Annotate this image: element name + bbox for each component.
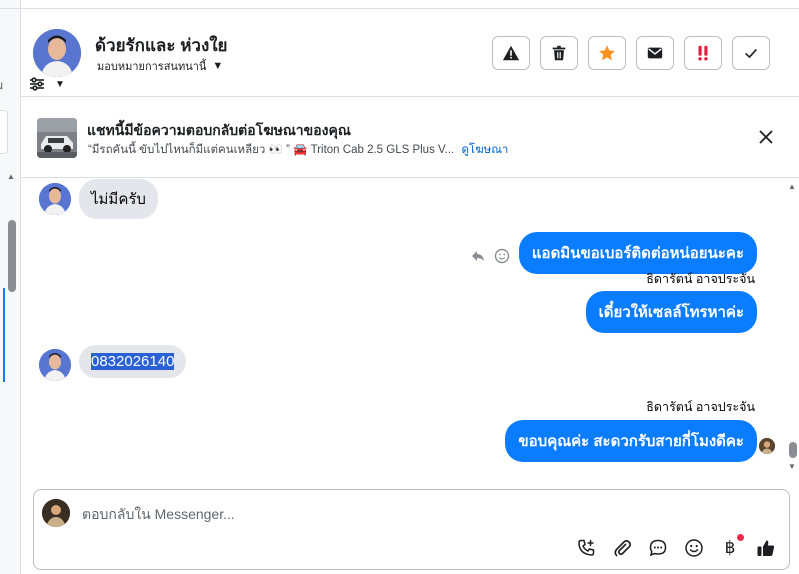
chat-bubble-icon bbox=[649, 539, 667, 557]
report-button[interactable] bbox=[492, 36, 530, 70]
selected-indicator bbox=[3, 288, 5, 382]
reply-icon[interactable] bbox=[470, 248, 486, 264]
star-icon bbox=[599, 45, 615, 61]
emoji-icon bbox=[685, 539, 703, 557]
message-composer: ฿ bbox=[33, 489, 790, 570]
done-button[interactable] bbox=[732, 36, 770, 70]
divider bbox=[0, 8, 21, 9]
seen-by-avatar bbox=[759, 438, 775, 454]
contact-avatar-small[interactable] bbox=[39, 349, 71, 381]
star-button[interactable] bbox=[588, 36, 626, 70]
close-icon[interactable] bbox=[757, 128, 775, 146]
message-bubble-outgoing[interactable]: ขอบคุณค่ะ สะดวกรับสายกี่โมงดีคะ bbox=[505, 420, 757, 462]
emoji-react-icon[interactable] bbox=[494, 248, 510, 264]
header-actions bbox=[492, 36, 770, 70]
saved-replies-button[interactable] bbox=[647, 537, 669, 559]
envelope-icon bbox=[647, 47, 663, 59]
attachment-icon bbox=[614, 539, 632, 557]
baht-icon: ฿ bbox=[724, 538, 736, 557]
sliders-icon bbox=[30, 77, 44, 91]
caret-down-icon: ▼ bbox=[55, 78, 65, 90]
emoji-button[interactable] bbox=[683, 537, 705, 559]
call-button[interactable] bbox=[575, 537, 597, 559]
message-bubble-outgoing[interactable]: แอดมินขอเบอร์ติดต่อหน่อยนะคะ bbox=[518, 232, 757, 274]
mark-unread-button[interactable] bbox=[636, 36, 674, 70]
follow-up-button[interactable] bbox=[684, 36, 722, 70]
thread-scrollbar[interactable]: ▲ ▼ bbox=[787, 178, 799, 480]
notification-dot bbox=[737, 534, 744, 541]
thumbs-up-icon bbox=[757, 540, 775, 556]
sender-name: ธิดารัตน์ อาจประจัน bbox=[646, 272, 755, 286]
contact-name[interactable]: ด้วยรักและ ห่วงใย bbox=[95, 32, 228, 59]
view-ad-link[interactable]: ดูโฆษณา bbox=[461, 144, 508, 156]
ad-caption: “มีรถคันนี้ ขับไปไหนก็มีแต่คนเหลียว 👀 ” … bbox=[88, 144, 455, 156]
assign-conversation-dropdown[interactable]: มอบหมายการสนทนานี้ ▼ bbox=[97, 57, 223, 75]
inbox-scrollbar-thumb[interactable] bbox=[8, 220, 16, 292]
check-icon bbox=[745, 48, 758, 59]
contact-avatar[interactable] bbox=[33, 29, 81, 77]
sender-name: ธิดารัตน์ อาจประจัน bbox=[646, 400, 755, 414]
message-bubble-incoming[interactable]: 0832026140 bbox=[79, 345, 187, 378]
message-actions bbox=[470, 248, 510, 264]
inbox-list-text-fragment: ม bbox=[0, 76, 3, 94]
message-bubble-outgoing[interactable]: เดี๋ยวให้เซลล์โทรหาค่ะ bbox=[585, 291, 757, 333]
conversation-pane: ▼ ด้วยรักและ ห่วงใย มอบหมายการสนทนานี้ ▼ bbox=[21, 0, 799, 574]
scroll-down-arrow-icon[interactable]: ▼ bbox=[788, 462, 796, 471]
conversation-header: ▼ ด้วยรักและ ห่วงใย มอบหมายการสนทนานี้ ▼ bbox=[21, 9, 799, 97]
warning-icon bbox=[502, 45, 520, 61]
caret-down-icon: ▼ bbox=[212, 60, 224, 72]
ad-banner-title: แชทนี้มีข้อความตอบกลับต่อโฆษณาของคุณ bbox=[87, 122, 351, 138]
selected-phone-number[interactable]: 0832026140 bbox=[91, 353, 175, 370]
delete-button[interactable] bbox=[540, 36, 578, 70]
page-avatar bbox=[42, 499, 70, 527]
payment-button[interactable]: ฿ bbox=[719, 534, 744, 559]
attach-button[interactable] bbox=[611, 537, 633, 559]
thread-scrollbar-thumb[interactable] bbox=[789, 442, 797, 458]
message-thread: ไม่มีครับ แอดมินขอเบอร์ติดต่อหน่อยนะคะ ธ… bbox=[21, 178, 799, 480]
assign-label: มอบหมายการสนทนานี้ bbox=[97, 61, 207, 73]
contact-avatar-small[interactable] bbox=[39, 183, 71, 215]
reply-input[interactable] bbox=[82, 504, 682, 524]
ad-banner-subtitle: “มีรถคันนี้ ขับไปไหนก็มีแต่คนเหลียว 👀 ” … bbox=[88, 141, 508, 159]
trash-icon bbox=[552, 45, 566, 61]
call-icon bbox=[578, 539, 595, 556]
inbox-list-edge: ม ▲ bbox=[0, 0, 21, 574]
filter-settings-button[interactable]: ▼ bbox=[29, 75, 69, 93]
ad-thumbnail[interactable] bbox=[37, 118, 77, 158]
composer-tools: ฿ bbox=[575, 534, 777, 559]
double-exclamation-icon bbox=[698, 45, 708, 61]
scroll-up-arrow-icon[interactable]: ▲ bbox=[7, 172, 15, 181]
inbox-list-item-edge[interactable] bbox=[0, 110, 8, 154]
scroll-up-arrow-icon[interactable]: ▲ bbox=[788, 182, 796, 191]
ad-reply-banner: แชทนี้มีข้อความตอบกลับต่อโฆษณาของคุณ “มี… bbox=[21, 98, 799, 178]
like-button[interactable] bbox=[755, 537, 777, 559]
message-bubble-incoming[interactable]: ไม่มีครับ bbox=[79, 179, 158, 219]
